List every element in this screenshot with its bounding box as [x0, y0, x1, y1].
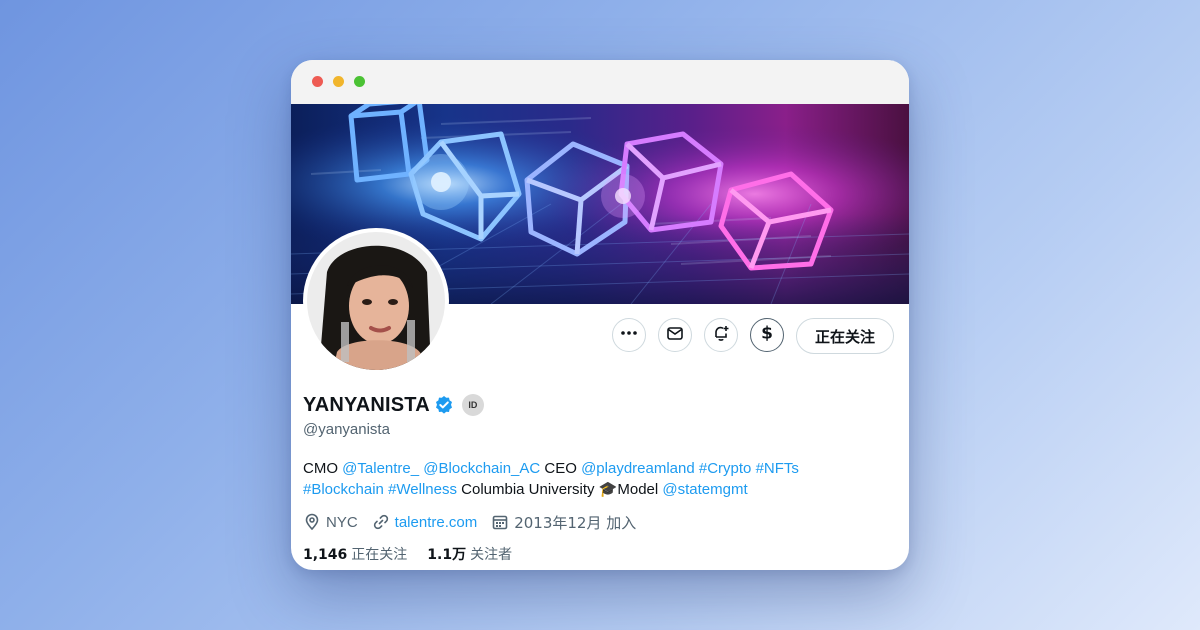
- bio-text: CEO: [540, 460, 582, 477]
- display-name: YANYANISTA: [303, 393, 430, 416]
- bio-hashtag-link[interactable]: #Wellness: [388, 481, 457, 498]
- calendar-icon: [491, 513, 514, 531]
- location-text: NYC: [326, 513, 358, 531]
- bio-mention-link[interactable]: @statemgmt: [662, 481, 747, 498]
- location-item: NYC: [303, 513, 358, 531]
- bio-hashtag-link[interactable]: #Crypto: [699, 460, 752, 477]
- bell-plus-icon: [712, 324, 730, 347]
- link-icon: [372, 513, 395, 531]
- message-button[interactable]: [658, 318, 692, 352]
- bio-mention-link[interactable]: @Talentre_: [342, 460, 419, 477]
- bio-hashtag-link[interactable]: #NFTs: [756, 460, 799, 477]
- bio-mention-link[interactable]: @Blockchain_AC: [423, 460, 540, 477]
- profile-handle: @yanyanista: [303, 421, 390, 438]
- zoom-window-button[interactable]: [354, 76, 365, 87]
- followers-label: 关注者: [470, 547, 513, 563]
- joined-item: 2013年12月 加入: [491, 512, 636, 533]
- dollar-tip-icon: $: [757, 323, 777, 348]
- joined-date-text: 2013年12月 加入: [514, 513, 637, 532]
- tip-button[interactable]: $: [750, 318, 784, 352]
- bio-hashtag-link[interactable]: #Blockchain: [303, 481, 384, 498]
- browser-window: $ 正在关注 YANYANISTA ID @yanyanista CMO @Ta…: [291, 60, 909, 570]
- followers-count: 1.1万: [427, 547, 467, 563]
- verified-badge-icon[interactable]: [434, 395, 454, 415]
- bio-mention-link[interactable]: @playdreamland: [581, 460, 695, 477]
- more-dots-icon: [620, 324, 638, 347]
- followers-stat-link[interactable]: 1.1万 关注者: [427, 544, 512, 564]
- following-stat-link[interactable]: 1,146 正在关注: [303, 544, 407, 564]
- website-link[interactable]: talentre.com: [395, 514, 478, 531]
- profile-stats: 1,146 正在关注 1.1万 关注者: [303, 544, 532, 564]
- id-verification-badge[interactable]: ID: [461, 394, 484, 416]
- minimize-window-button[interactable]: [333, 76, 344, 87]
- profile-avatar[interactable]: [303, 228, 449, 374]
- window-titlebar: [291, 60, 909, 104]
- following-label: 正在关注: [351, 547, 408, 563]
- profile-bio: CMO @Talentre_ @Blockchain_AC CEO @playd…: [303, 458, 893, 500]
- following-button[interactable]: 正在关注: [796, 318, 894, 354]
- profile-meta: NYC talentre.com 2013年12月 加入: [303, 512, 650, 532]
- bio-text: CMO: [303, 460, 343, 477]
- mail-icon: [666, 324, 684, 347]
- id-badge-label: ID: [468, 400, 478, 410]
- notifications-button[interactable]: [704, 318, 738, 352]
- profile-name-row: YANYANISTA ID: [303, 393, 484, 417]
- following-count: 1,146: [303, 547, 348, 563]
- location-pin-icon: [303, 513, 326, 531]
- bio-text: Columbia University 🎓Model: [456, 481, 663, 498]
- svg-text:$: $: [761, 323, 773, 343]
- website-item: talentre.com: [372, 513, 478, 531]
- more-options-button[interactable]: [612, 318, 646, 352]
- close-window-button[interactable]: [312, 76, 323, 87]
